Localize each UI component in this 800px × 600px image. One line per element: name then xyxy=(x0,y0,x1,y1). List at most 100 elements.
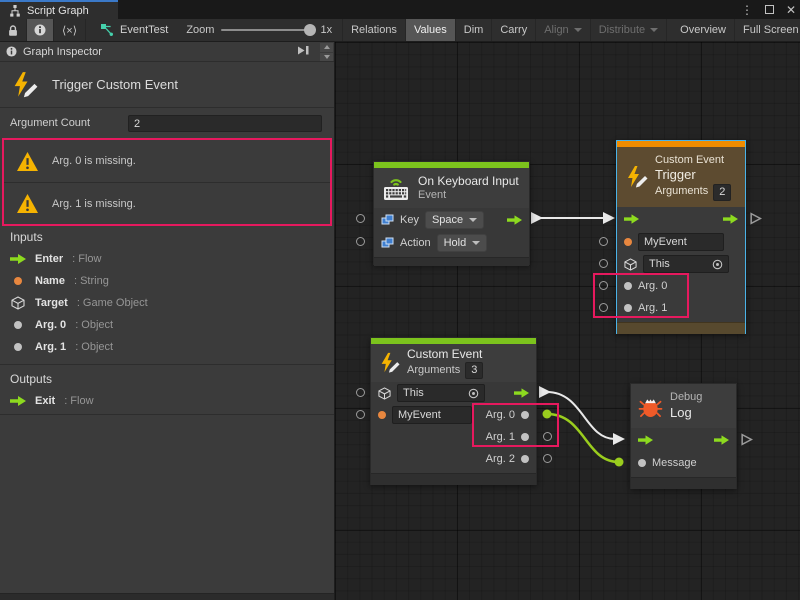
tab-script-graph[interactable]: Script Graph xyxy=(0,0,118,19)
scroll-down-button[interactable] xyxy=(320,53,333,62)
event-name-row: MyEvent xyxy=(617,231,745,253)
target-field[interactable]: This xyxy=(397,384,485,402)
flow-output-port[interactable] xyxy=(714,435,729,445)
flow-input-port[interactable] xyxy=(624,214,639,224)
key-value-port[interactable] xyxy=(356,214,365,223)
arguments-count[interactable]: 2 xyxy=(713,184,731,201)
overview-button[interactable]: Overview xyxy=(672,19,735,41)
node-footer xyxy=(617,322,745,334)
connection-start-arrow xyxy=(531,212,543,224)
string-port-icon xyxy=(14,277,22,285)
event-name-field[interactable]: MyEvent xyxy=(392,406,472,424)
node-category: Custom Event xyxy=(655,154,731,168)
message-row: Message xyxy=(631,452,736,474)
carry-button[interactable]: Carry xyxy=(492,19,536,41)
input-port-row: Enter : Flow xyxy=(0,248,334,270)
graph-name: EventTest xyxy=(120,24,168,36)
graph-canvas[interactable]: On Keyboard Input Event Key Space xyxy=(335,42,800,600)
lock-icon xyxy=(7,24,19,37)
flow-output-port[interactable] xyxy=(723,214,738,224)
arg2-output-port[interactable] xyxy=(543,454,552,463)
port-type: : Object xyxy=(75,341,113,353)
node-title: Custom Event xyxy=(407,347,483,362)
object-port-icon xyxy=(14,343,22,351)
string-port-icon xyxy=(378,411,386,419)
value-connection xyxy=(547,414,619,462)
node-title: On Keyboard Input xyxy=(418,174,519,189)
action-dropdown[interactable]: Hold xyxy=(437,234,488,252)
flow-row xyxy=(617,207,745,231)
arg2-label: Arg. 2 xyxy=(486,453,515,465)
zoom-control: Zoom 1x xyxy=(176,19,342,41)
object-picker-icon[interactable] xyxy=(468,388,479,399)
custom-event-icon xyxy=(378,352,400,374)
value-connection-end-dot xyxy=(615,458,624,467)
flow-arrow-icon xyxy=(10,254,26,264)
warning-row: Arg. 0 is missing. xyxy=(4,140,330,182)
values-button[interactable]: Values xyxy=(406,19,456,41)
port-type: : Game Object xyxy=(77,297,148,309)
node-debug-log[interactable]: Debug Log Message xyxy=(630,383,737,489)
node-trigger-custom-event[interactable]: Custom Event Trigger Arguments 2 xyxy=(616,140,746,334)
code-view-button[interactable]: ⟨×⟩ xyxy=(54,19,86,41)
window-menu-button[interactable]: ⋮ xyxy=(741,3,753,17)
argument-count-field[interactable]: 2 xyxy=(128,115,322,132)
flow-continue-triangle[interactable] xyxy=(740,433,753,446)
port-type: : Flow xyxy=(72,253,101,265)
graph-breadcrumb[interactable]: EventTest xyxy=(86,19,176,41)
event-name-value-port[interactable] xyxy=(599,237,608,246)
warning-row: Arg. 1 is missing. xyxy=(4,182,330,224)
action-row: Action Hold xyxy=(374,231,529,254)
input-port-row: Target : Game Object xyxy=(0,292,334,314)
node-on-keyboard-input[interactable]: On Keyboard Input Event Key Space xyxy=(373,161,530,265)
zoom-slider[interactable] xyxy=(221,29,313,31)
key-dropdown[interactable]: Space xyxy=(425,211,484,229)
arg1-output-port[interactable] xyxy=(543,432,552,441)
object-picker-icon[interactable] xyxy=(712,259,723,270)
key-label: Key xyxy=(400,214,419,226)
distribute-button[interactable]: Distribute xyxy=(591,19,667,41)
inspector-title: Graph Inspector xyxy=(23,46,102,58)
scroll-up-button[interactable] xyxy=(320,43,333,52)
divider xyxy=(0,364,334,365)
node-body: This MyEvent Arg. 0 xyxy=(371,382,536,473)
node-footer xyxy=(371,473,536,485)
relations-button[interactable]: Relations xyxy=(343,19,406,41)
flow-continue-triangle[interactable] xyxy=(749,212,762,225)
custom-event-icon xyxy=(624,165,648,189)
port-name: Enter xyxy=(35,253,63,265)
inspector-toggle-button[interactable] xyxy=(27,19,54,41)
zoom-slider-handle[interactable] xyxy=(304,24,316,36)
dock-panel-button[interactable] xyxy=(297,45,310,59)
graph-inspector-panel: Graph Inspector Trigger Custom Event Arg… xyxy=(0,42,335,600)
lock-button[interactable] xyxy=(0,19,27,41)
flow-output-port[interactable] xyxy=(514,388,529,398)
node-custom-event[interactable]: Custom Event Arguments 3 This xyxy=(370,337,537,485)
gameobject-cube-icon xyxy=(11,296,25,310)
maximize-button[interactable] xyxy=(765,5,774,14)
target-field[interactable]: This xyxy=(643,255,729,273)
action-value-port[interactable] xyxy=(356,237,365,246)
flow-input-port[interactable] xyxy=(638,435,653,445)
argument-count-label: Argument Count xyxy=(10,117,90,129)
arguments-count[interactable]: 3 xyxy=(465,362,483,379)
close-button[interactable]: ✕ xyxy=(786,3,796,17)
event-name-value-port[interactable] xyxy=(356,410,365,419)
fullscreen-button[interactable]: Full Screen xyxy=(735,19,800,41)
node-body: MyEvent This Arg. 0 Ar xyxy=(617,207,745,322)
arg1-row: Arg. 1 xyxy=(617,297,745,319)
align-button[interactable]: Align xyxy=(536,19,590,41)
node-header: Custom Event Trigger Arguments 2 xyxy=(617,147,745,207)
dim-button[interactable]: Dim xyxy=(456,19,493,41)
event-name-field[interactable]: MyEvent xyxy=(638,233,724,251)
arg1-value-port[interactable] xyxy=(599,303,608,312)
flow-output-port[interactable] xyxy=(507,215,522,225)
arg0-value-port[interactable] xyxy=(599,281,608,290)
target-value-port[interactable] xyxy=(599,259,608,268)
node-title: Log xyxy=(670,405,702,421)
object-port-icon xyxy=(624,304,632,312)
connection-start-arrow xyxy=(539,386,551,398)
output-port-row: Exit : Flow xyxy=(0,390,334,412)
target-value-port[interactable] xyxy=(356,388,365,397)
node-header: Custom Event Arguments 3 xyxy=(371,344,536,382)
